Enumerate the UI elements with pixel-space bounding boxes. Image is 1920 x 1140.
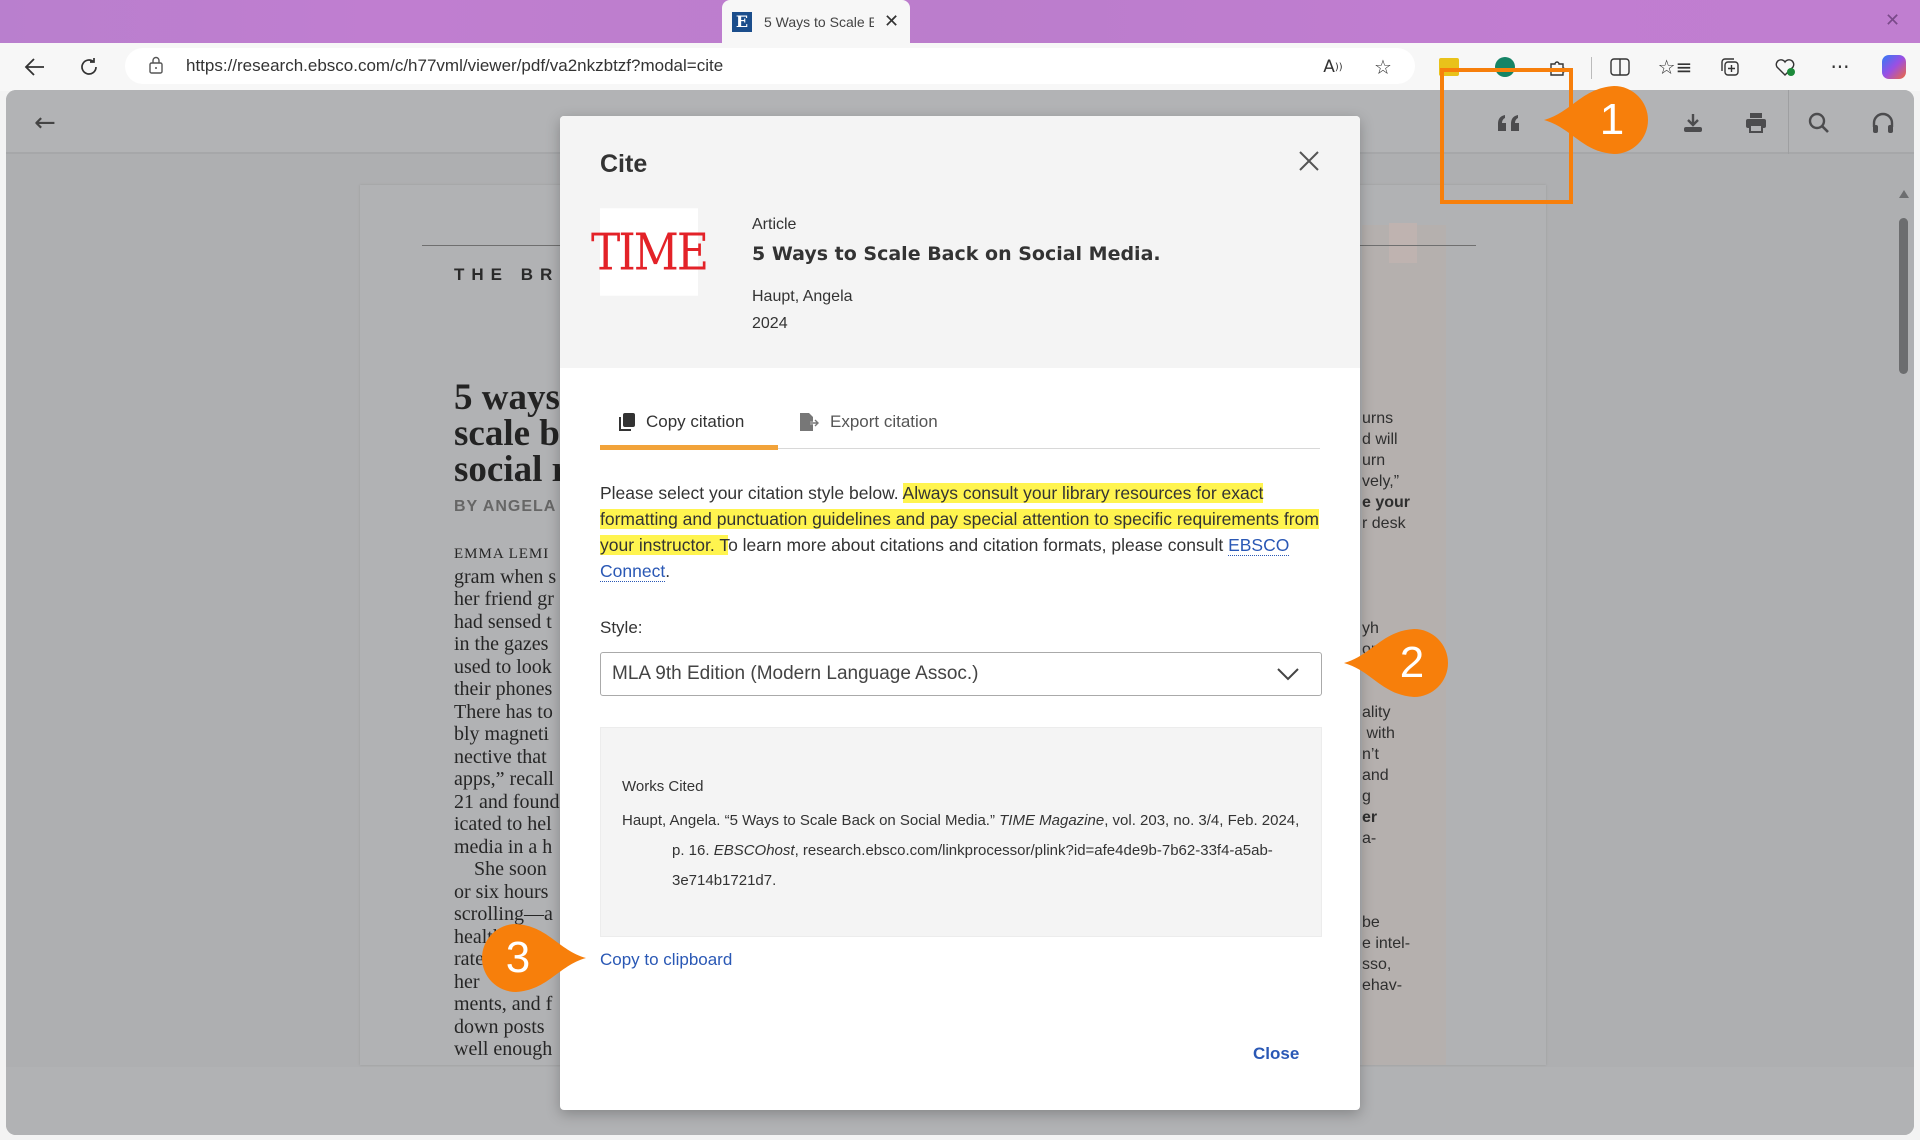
selected-style: MLA 9th Edition (Modern Language Assoc.) <box>612 663 979 684</box>
tab-copy-citation[interactable]: Copy citation <box>618 402 744 442</box>
pdf-right-line <box>1362 576 1410 597</box>
pdf-right-line: urns <box>1362 410 1394 427</box>
active-tab-indicator <box>600 445 778 450</box>
url-text[interactable]: https://research.ebsco.com/c/h77vml/view… <box>186 56 723 76</box>
citation-style-select[interactable]: MLA 9th Edition (Modern Language Assoc.) <box>600 652 1322 696</box>
copilot-icon[interactable] <box>1879 52 1909 82</box>
browser-tab-active[interactable]: E 5 Ways to Scale Back on Social Media ✕ <box>722 0 910 43</box>
viewer-back-button[interactable]: ← <box>34 108 56 138</box>
pdf-byline: BY ANGELA I <box>454 498 567 515</box>
pdf-right-line <box>1362 555 1410 576</box>
annotation-callout-2: 2 <box>1342 625 1452 701</box>
pdf-right-line: sso, <box>1362 956 1392 973</box>
modal-title: Cite <box>600 150 648 178</box>
pdf-right-line <box>1362 891 1410 912</box>
favorite-star-icon[interactable]: ☆ <box>1368 52 1398 82</box>
listen-headphones-icon[interactable] <box>1866 106 1900 140</box>
back-icon[interactable] <box>20 52 50 82</box>
bookmark-ribbon-icon <box>1389 223 1417 263</box>
lock-icon[interactable] <box>148 56 164 74</box>
pdf-right-line <box>1362 849 1410 870</box>
pdf-right-line <box>1362 597 1410 618</box>
collections-icon[interactable] <box>1715 52 1745 82</box>
intro-text: Please select your citation style below. <box>600 483 903 503</box>
tab-title: 5 Ways to Scale Back on Social Media <box>764 13 874 30</box>
toolbar-divider <box>1788 90 1789 154</box>
pdf-right-line <box>1362 870 1410 891</box>
window-close-icon[interactable]: ✕ <box>1885 10 1900 31</box>
style-label: Style: <box>600 618 643 637</box>
export-file-icon <box>800 413 820 431</box>
refresh-icon[interactable] <box>74 52 104 82</box>
pdf-headline: 5 ways scale b social r <box>454 377 569 490</box>
intro-text: o learn more about citations and citatio… <box>728 535 1229 555</box>
pdf-section-label: THE BRI <box>454 265 571 284</box>
pdf-right-line: d will <box>1362 431 1398 448</box>
copy-icon <box>619 413 635 431</box>
tab-label: Copy citation <box>646 412 745 431</box>
browser-tab-strip <box>0 0 1920 43</box>
pdf-right-line: g <box>1362 788 1371 805</box>
pdf-right-column: urnsd willurnvely,”e yourr deskyhor pali… <box>1362 408 1410 996</box>
pdf-right-line: and <box>1362 767 1389 784</box>
pdf-right-line: a- <box>1362 830 1377 847</box>
annotation-callout-3: 3 <box>478 920 588 996</box>
chevron-down-icon[interactable] <box>1276 664 1300 684</box>
time-logo: TIME <box>591 208 709 296</box>
pdf-right-line: urn <box>1362 452 1386 469</box>
citation-part: Haupt, Angela. “5 Ways to Scale Back on … <box>622 812 1000 829</box>
scrollbar-thumb[interactable] <box>1899 218 1908 374</box>
works-cited-heading: Works Cited <box>622 778 704 795</box>
item-title: 5 Ways to Scale Back on Social Media. <box>752 243 1161 265</box>
modal-close-icon[interactable] <box>1294 146 1324 176</box>
pdf-right-line: e intel- <box>1362 935 1411 952</box>
more-menu-icon[interactable]: ··· <box>1825 52 1855 82</box>
tab-export-citation[interactable]: Export citation <box>798 402 938 442</box>
pdf-right-line: r desk <box>1362 515 1406 532</box>
split-screen-icon[interactable] <box>1605 52 1635 82</box>
item-type: Article <box>752 216 797 233</box>
browser-essentials-icon[interactable] <box>1770 52 1800 82</box>
print-icon[interactable] <box>1739 106 1773 140</box>
citation-instructions: Please select your citation style below.… <box>600 480 1322 584</box>
headline-line: social r <box>454 449 569 490</box>
tab-label: Export citation <box>830 412 938 431</box>
item-year: 2024 <box>752 315 788 332</box>
intro-text: . <box>665 561 671 581</box>
citation-text: Haupt, Angela. “5 Ways to Scale Back on … <box>622 806 1302 896</box>
citation-output-box: Works Cited Haupt, Angela. “5 Ways to Sc… <box>600 727 1322 937</box>
search-icon[interactable] <box>1802 106 1836 140</box>
cite-modal: Cite TIME Article 5 Ways to Scale Back o… <box>560 116 1360 1110</box>
close-button[interactable]: Close <box>1253 1044 1299 1064</box>
tab-close-icon[interactable]: ✕ <box>884 11 899 32</box>
headline-line: 5 ways <box>454 377 560 418</box>
pdf-right-line <box>1362 534 1410 555</box>
callout-number: 1 <box>1599 95 1625 144</box>
pdf-right-line: e your <box>1362 494 1411 511</box>
pdf-right-line: vely,” <box>1362 473 1400 490</box>
citation-journal: TIME Magazine <box>999 812 1105 829</box>
pdf-right-line: n’t <box>1362 746 1379 763</box>
item-author: Haupt, Angela <box>752 288 853 305</box>
read-aloud-icon[interactable]: A)) <box>1318 52 1348 82</box>
pdf-right-line: with <box>1362 725 1395 742</box>
headline-line: scale b <box>454 413 560 454</box>
callout-number: 2 <box>1399 638 1425 687</box>
pdf-right-line: ehav- <box>1362 977 1403 994</box>
annotation-callout-1: 1 <box>1542 82 1652 158</box>
pdf-right-line: be <box>1362 914 1380 931</box>
callout-number: 3 <box>505 933 531 982</box>
ebsco-favicon-icon: E <box>732 11 752 32</box>
pdf-right-line: ality <box>1362 704 1391 721</box>
copy-to-clipboard-link[interactable]: Copy to clipboard <box>600 950 732 970</box>
download-icon[interactable] <box>1676 106 1710 140</box>
toolbar-divider <box>1591 57 1592 79</box>
favorites-icon[interactable]: ☆≡ <box>1658 52 1693 82</box>
pdf-right-line: er <box>1362 809 1378 826</box>
scroll-up-arrow-icon[interactable] <box>1899 190 1909 198</box>
citation-database: EBSCOhost <box>713 842 795 859</box>
